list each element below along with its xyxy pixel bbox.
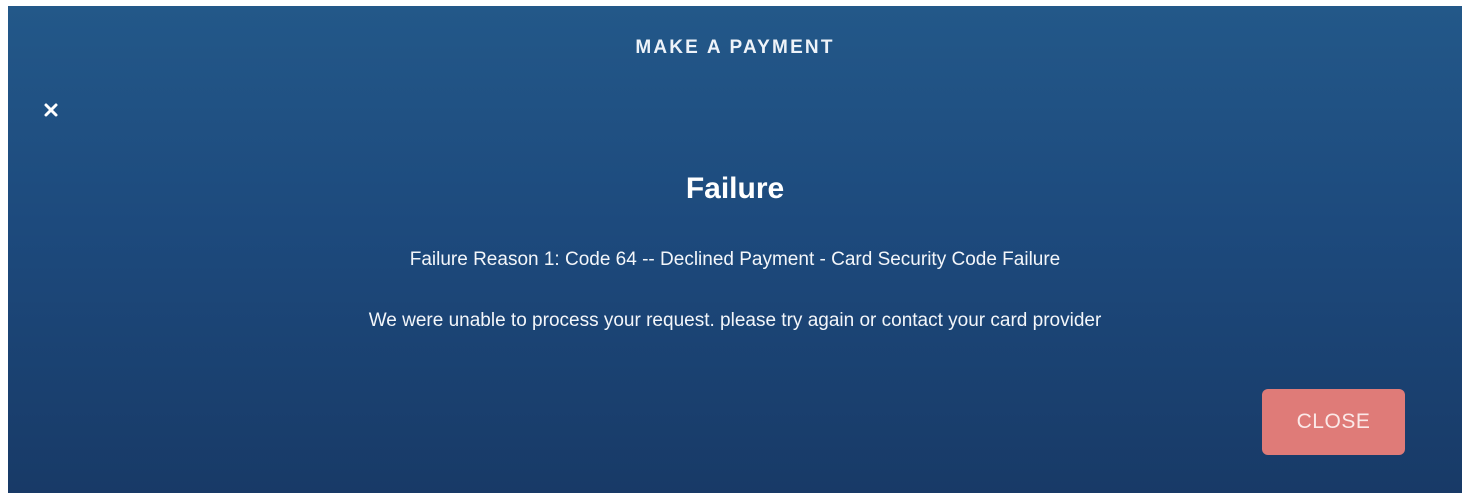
failure-message: We were unable to process your request. … — [368, 310, 1102, 331]
failure-heading: Failure — [685, 172, 785, 205]
close-icon[interactable] — [40, 99, 62, 121]
modal-title: MAKE A PAYMENT — [635, 37, 835, 58]
failure-reason: Failure Reason 1: Code 64 -- Declined Pa… — [409, 249, 1061, 270]
close-button[interactable]: CLOSE — [1262, 389, 1405, 455]
payment-modal: MAKE A PAYMENT Failure Failure Reason 1:… — [8, 6, 1462, 493]
